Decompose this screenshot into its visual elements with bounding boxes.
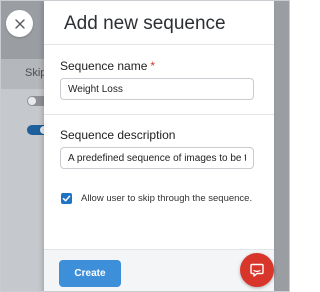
- add-sequence-drawer: Add new sequence Sequence name* Sequence…: [44, 1, 274, 291]
- screenshot-frame: Skip Add new sequence Sequence name* Seq…: [0, 0, 290, 292]
- sequence-description-label: Sequence description: [60, 128, 176, 142]
- toggle-knob: [28, 97, 36, 105]
- required-marker: *: [150, 59, 156, 73]
- header-divider: [44, 44, 274, 45]
- sequence-description-input[interactable]: [60, 147, 254, 169]
- chat-icon: [250, 263, 264, 277]
- section-divider: [44, 114, 274, 115]
- close-icon: [14, 18, 25, 29]
- close-drawer-button[interactable]: [6, 10, 33, 37]
- chat-launcher-button[interactable]: [240, 253, 274, 287]
- skip-sequence-checkbox[interactable]: [61, 193, 72, 204]
- sequence-name-label: Sequence name *: [60, 59, 155, 73]
- create-button[interactable]: Create: [59, 260, 121, 287]
- sequence-name-input[interactable]: [60, 78, 254, 100]
- checkmark-icon: [62, 195, 71, 202]
- skip-sequence-label[interactable]: Allow user to skip through the sequence.: [81, 193, 252, 204]
- drawer-title: Add new sequence: [64, 13, 226, 34]
- sequence-name-label-text: Sequence name: [60, 59, 148, 73]
